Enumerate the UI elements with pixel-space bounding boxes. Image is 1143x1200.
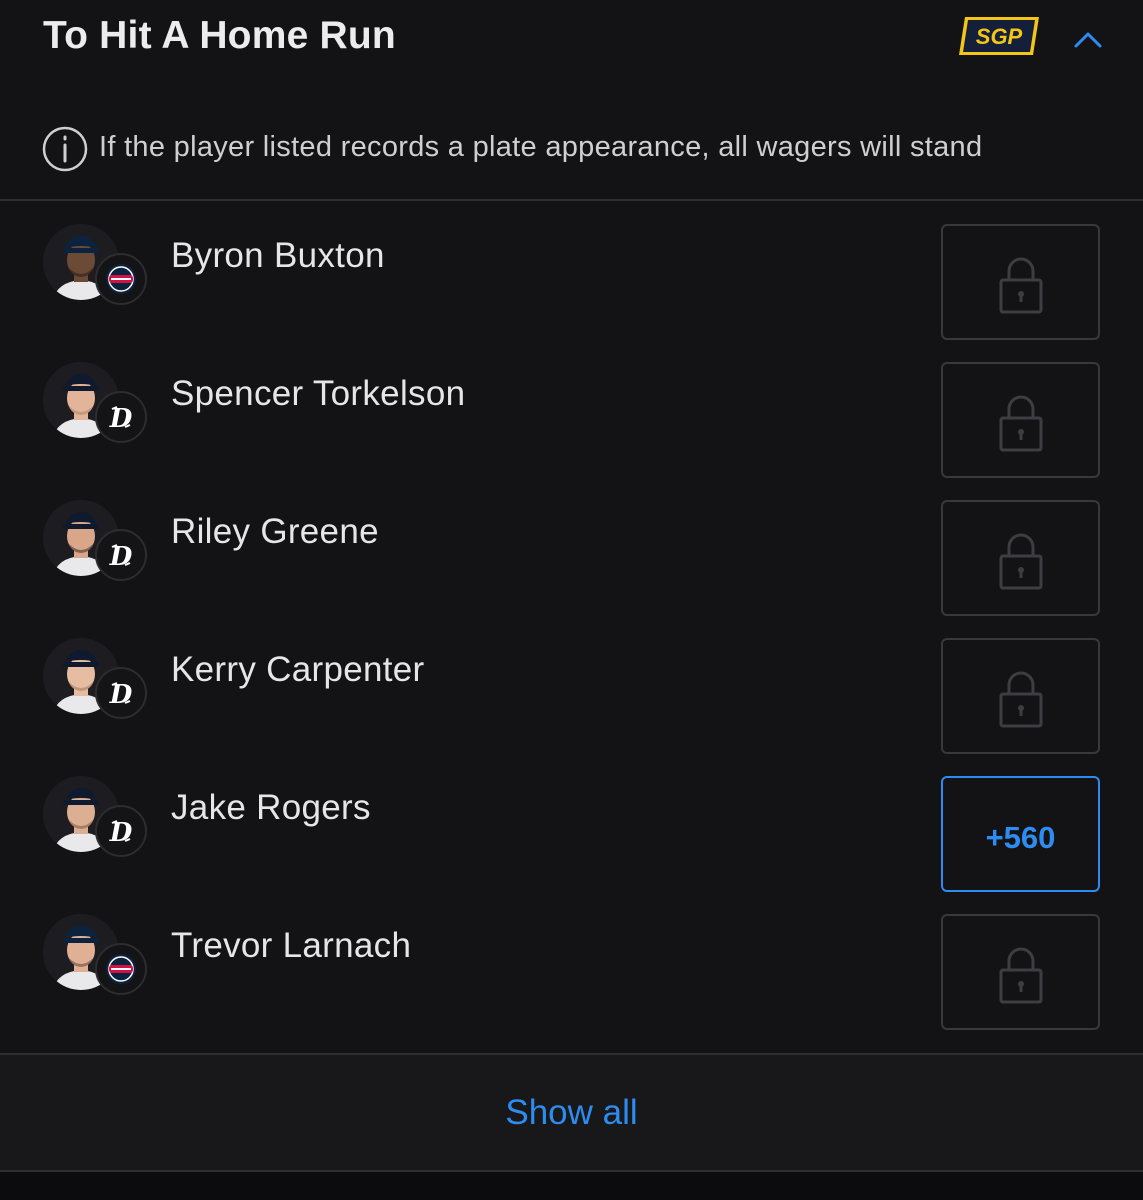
player-row: D Spencer Torkelson — [0, 340, 1143, 478]
collapse-button[interactable] — [1068, 22, 1108, 56]
player-name: Riley Greene — [171, 512, 379, 551]
player-row: D Kerry Carpenter — [0, 616, 1143, 754]
lock-icon — [998, 946, 1044, 1009]
odds-button-locked — [941, 362, 1100, 478]
market-header[interactable]: To Hit A Home Run SGP — [0, 0, 1143, 80]
player-row: D Riley Greene — [0, 478, 1143, 616]
odds-button[interactable]: +560 — [941, 776, 1100, 892]
market-rules-note: If the player listed records a plate app… — [42, 126, 1102, 172]
market-title: To Hit A Home Run — [43, 14, 396, 57]
odds-button-locked — [941, 224, 1100, 340]
tigers-logo-icon: D — [95, 667, 147, 719]
lock-icon — [998, 394, 1044, 457]
player-name: Kerry Carpenter — [171, 650, 425, 689]
player-row: D Jake Rogers +560 — [0, 754, 1143, 892]
show-all-link[interactable]: Show all — [0, 1093, 1143, 1133]
next-section-edge — [0, 1170, 1143, 1200]
odds-button-locked — [941, 914, 1100, 1030]
player-row: Byron Buxton — [0, 202, 1143, 340]
player-name: Byron Buxton — [171, 236, 385, 275]
player-row: Trevor Larnach — [0, 892, 1143, 1030]
lock-icon — [998, 256, 1044, 319]
tigers-logo-icon: D — [95, 529, 147, 581]
player-name: Trevor Larnach — [171, 926, 412, 965]
sgp-badge: SGP — [958, 16, 1040, 56]
twins-logo-icon — [95, 253, 147, 305]
chevron-up-icon — [1074, 32, 1102, 48]
info-text: If the player listed records a plate app… — [99, 131, 983, 163]
tigers-logo-icon: D — [95, 805, 147, 857]
tigers-logo-icon: D — [95, 391, 147, 443]
list-footer: Show all — [0, 1055, 1143, 1170]
sgp-label: SGP — [976, 24, 1023, 49]
odds-value: +560 — [985, 820, 1056, 855]
info-icon — [42, 126, 88, 172]
odds-button-locked — [941, 500, 1100, 616]
odds-button-locked — [941, 638, 1100, 754]
player-name: Spencer Torkelson — [171, 374, 466, 413]
twins-logo-icon — [95, 943, 147, 995]
lock-icon — [998, 670, 1044, 733]
player-name: Jake Rogers — [171, 788, 371, 827]
lock-icon — [998, 532, 1044, 595]
divider — [0, 199, 1143, 201]
